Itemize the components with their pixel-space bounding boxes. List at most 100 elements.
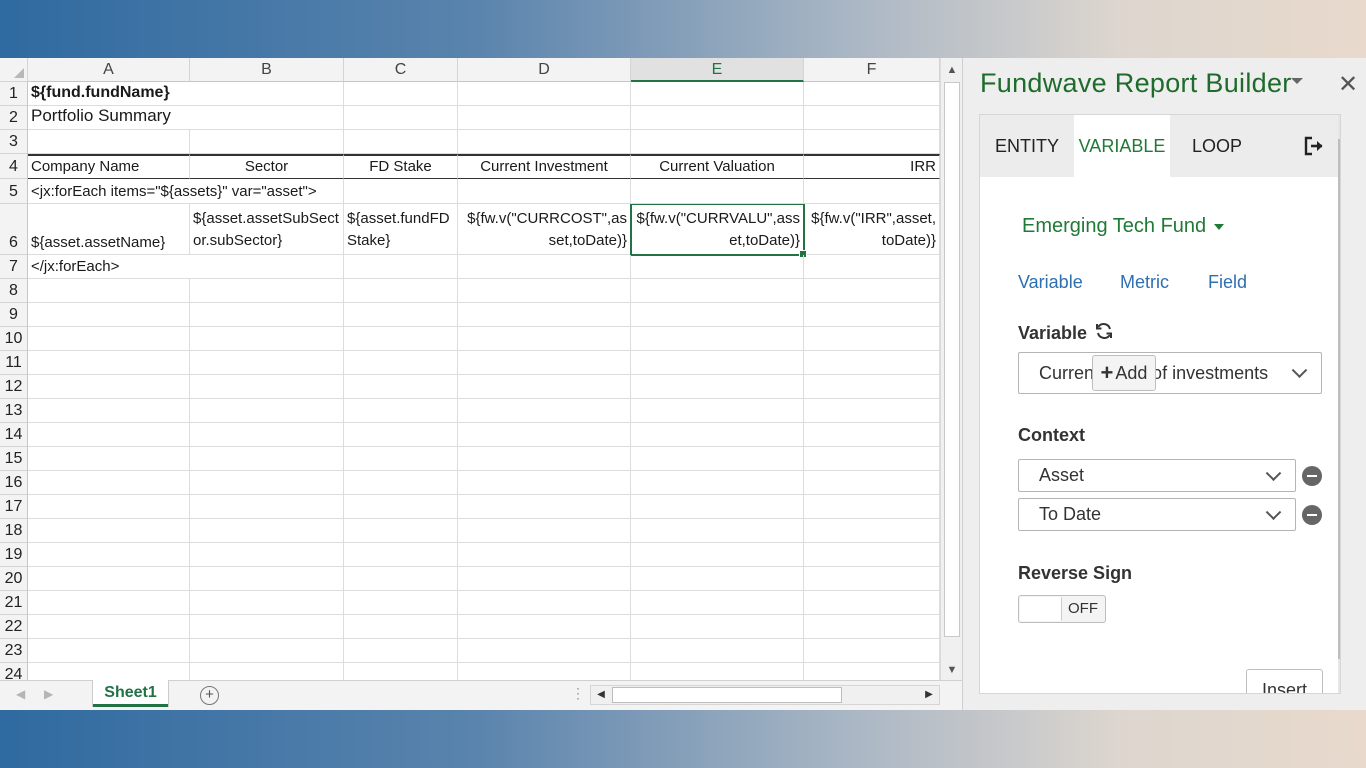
remove-context-icon[interactable] xyxy=(1302,505,1322,525)
cell-c4[interactable]: FD Stake xyxy=(344,154,458,179)
column-header-f[interactable]: F xyxy=(804,58,940,82)
row-header-11[interactable]: 11 xyxy=(0,351,28,375)
empty-cell[interactable] xyxy=(804,591,940,615)
empty-cell[interactable] xyxy=(344,279,458,303)
empty-cell[interactable] xyxy=(631,375,804,399)
context-dropdown-to-date[interactable]: To Date xyxy=(1018,498,1296,531)
column-header-d[interactable]: D xyxy=(458,58,631,82)
empty-cell[interactable] xyxy=(804,279,940,303)
empty-cell[interactable] xyxy=(344,663,458,680)
row-header-22[interactable]: 22 xyxy=(0,615,28,639)
empty-cell[interactable] xyxy=(631,591,804,615)
empty-cell[interactable] xyxy=(804,495,940,519)
row-header-6[interactable]: 6 xyxy=(0,204,28,255)
cell-e4[interactable]: Current Valuation xyxy=(631,154,804,179)
empty-cell[interactable] xyxy=(28,615,190,639)
column-header-a[interactable]: A xyxy=(28,58,190,82)
empty-cell[interactable] xyxy=(631,543,804,567)
empty-cell[interactable] xyxy=(344,639,458,663)
empty-cell[interactable] xyxy=(804,375,940,399)
subtab-variable[interactable]: Variable xyxy=(1018,272,1083,293)
empty-cell[interactable] xyxy=(344,471,458,495)
vertical-scroll-thumb[interactable] xyxy=(944,82,960,637)
tab-variable[interactable]: VARIABLE xyxy=(1074,115,1170,177)
tab-loop[interactable]: LOOP xyxy=(1170,115,1264,177)
empty-cell[interactable] xyxy=(631,423,804,447)
empty-cell[interactable] xyxy=(344,255,458,279)
empty-cell[interactable] xyxy=(28,519,190,543)
cell-a4[interactable]: Company Name xyxy=(28,154,190,179)
empty-cell[interactable] xyxy=(804,423,940,447)
cell-f4[interactable]: IRR xyxy=(804,154,940,179)
empty-cell[interactable] xyxy=(190,423,344,447)
row-header-21[interactable]: 21 xyxy=(0,591,28,615)
row-header-9[interactable]: 9 xyxy=(0,303,28,327)
row-header-4[interactable]: 4 xyxy=(0,154,28,179)
empty-cell[interactable] xyxy=(458,519,631,543)
empty-cell[interactable] xyxy=(28,495,190,519)
row-header-23[interactable]: 23 xyxy=(0,639,28,663)
cell-a1[interactable]: ${fund.fundName} xyxy=(28,82,190,106)
row-header-16[interactable]: 16 xyxy=(0,471,28,495)
empty-cell[interactable] xyxy=(344,130,458,154)
empty-cell[interactable] xyxy=(458,495,631,519)
column-header-e[interactable]: E xyxy=(631,58,804,82)
empty-cell[interactable] xyxy=(631,639,804,663)
empty-cell[interactable] xyxy=(190,639,344,663)
empty-cell[interactable] xyxy=(344,615,458,639)
empty-cell[interactable] xyxy=(804,106,940,130)
empty-cell[interactable] xyxy=(804,82,940,106)
empty-cell[interactable] xyxy=(190,375,344,399)
empty-cell[interactable] xyxy=(458,351,631,375)
empty-cell[interactable] xyxy=(804,663,940,680)
cell-d6[interactable]: ${fw.v("CURRCOST",asset,toDate)} xyxy=(458,204,631,255)
select-all-corner[interactable] xyxy=(0,58,28,82)
empty-cell[interactable] xyxy=(631,471,804,495)
scroll-up-arrow-icon[interactable]: ▲ xyxy=(941,60,962,80)
cell-a5[interactable]: <jx:forEach items="${assets}" var="asset… xyxy=(28,179,317,204)
empty-cell[interactable] xyxy=(190,327,344,351)
empty-cell[interactable] xyxy=(458,82,631,106)
row-header-1[interactable]: 1 xyxy=(0,82,28,106)
close-icon[interactable]: ✕ xyxy=(1338,70,1358,99)
empty-cell[interactable] xyxy=(344,543,458,567)
row-header-17[interactable]: 17 xyxy=(0,495,28,519)
row-header-15[interactable]: 15 xyxy=(0,447,28,471)
empty-cell[interactable] xyxy=(190,279,344,303)
reverse-sign-toggle[interactable]: OFF xyxy=(1018,595,1106,623)
refresh-icon[interactable] xyxy=(1094,321,1114,341)
subtab-field[interactable]: Field xyxy=(1208,272,1247,293)
empty-cell[interactable] xyxy=(28,130,190,154)
empty-cell[interactable] xyxy=(804,179,940,204)
empty-cell[interactable] xyxy=(190,543,344,567)
fund-selector[interactable]: Emerging Tech Fund xyxy=(1022,215,1225,238)
empty-cell[interactable] xyxy=(344,567,458,591)
empty-cell[interactable] xyxy=(190,615,344,639)
empty-cell[interactable] xyxy=(631,663,804,680)
empty-cell[interactable] xyxy=(28,567,190,591)
empty-cell[interactable] xyxy=(344,423,458,447)
empty-cell[interactable] xyxy=(804,519,940,543)
empty-cell[interactable] xyxy=(28,351,190,375)
empty-cell[interactable] xyxy=(28,663,190,680)
empty-cell[interactable] xyxy=(458,615,631,639)
pane-scroll-up-icon[interactable]: ︿ xyxy=(1338,115,1340,137)
prev-sheet-icon[interactable]: ◀ xyxy=(16,687,25,701)
row-header-10[interactable]: 10 xyxy=(0,327,28,351)
row-header-13[interactable]: 13 xyxy=(0,399,28,423)
pane-scrollbar[interactable]: ︿ ﹀ xyxy=(1338,115,1340,693)
empty-cell[interactable] xyxy=(190,471,344,495)
empty-cell[interactable] xyxy=(804,639,940,663)
scroll-down-arrow-icon[interactable]: ▼ xyxy=(941,660,962,680)
empty-cell[interactable] xyxy=(804,543,940,567)
scroll-right-arrow-icon[interactable]: ▶ xyxy=(919,686,939,704)
empty-cell[interactable] xyxy=(458,130,631,154)
horizontal-scroll-thumb[interactable] xyxy=(612,687,842,703)
row-header-5[interactable]: 5 xyxy=(0,179,28,204)
empty-cell[interactable] xyxy=(190,591,344,615)
empty-cell[interactable] xyxy=(28,543,190,567)
empty-cell[interactable] xyxy=(458,639,631,663)
empty-cell[interactable] xyxy=(28,327,190,351)
empty-cell[interactable] xyxy=(28,279,190,303)
empty-cell[interactable] xyxy=(458,327,631,351)
